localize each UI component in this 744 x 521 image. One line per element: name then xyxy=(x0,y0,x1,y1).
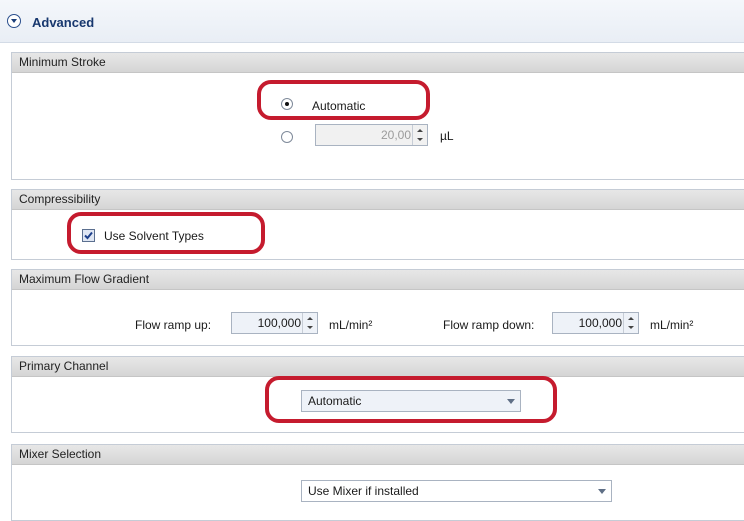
ramp-down-stepper[interactable]: 100,000 xyxy=(552,312,639,334)
mixer-selection-title: Mixer Selection xyxy=(12,445,744,465)
max-flow-gradient-group: Maximum Flow Gradient xyxy=(11,269,744,346)
compressibility-title: Compressibility xyxy=(12,190,744,210)
advanced-section-header[interactable] xyxy=(0,0,744,43)
mixer-selection-select[interactable]: Use Mixer if installed xyxy=(301,480,612,502)
max-flow-gradient-title: Maximum Flow Gradient xyxy=(12,270,744,290)
ramp-up-value: 100,000 xyxy=(257,316,301,330)
min-stroke-unit: µL xyxy=(440,129,454,143)
collapse-circle-icon[interactable] xyxy=(7,14,21,28)
stepper-up-icon[interactable] xyxy=(628,317,634,320)
ramp-down-value: 100,000 xyxy=(578,316,622,330)
chevron-down-icon[interactable] xyxy=(593,481,611,501)
ramp-down-label: Flow ramp down: xyxy=(443,318,535,332)
ramp-down-unit: mL/min² xyxy=(650,318,694,332)
stepper-down-icon[interactable] xyxy=(628,326,634,329)
min-stroke-value: 20,00 xyxy=(380,128,411,142)
stepper-up-icon[interactable] xyxy=(307,317,313,320)
stepper-up-icon[interactable] xyxy=(417,129,423,132)
highlight-solvent-types xyxy=(67,212,265,254)
ramp-up-label: Flow ramp up: xyxy=(135,318,212,332)
mixer-selection-value: Use Mixer if installed xyxy=(308,484,419,498)
stepper-down-icon[interactable] xyxy=(417,138,423,141)
advanced-title: Advanced xyxy=(32,15,95,30)
primary-channel-title: Primary Channel xyxy=(12,357,744,377)
manual-stroke-radio[interactable] xyxy=(281,131,293,143)
highlight-automatic xyxy=(257,80,430,120)
highlight-primary-channel xyxy=(265,376,557,423)
stepper-down-icon[interactable] xyxy=(307,326,313,329)
min-stroke-stepper[interactable]: 20,00 xyxy=(315,124,428,146)
minimum-stroke-title: Minimum Stroke xyxy=(12,53,744,73)
ramp-up-stepper[interactable]: 100,000 xyxy=(231,312,318,334)
ramp-up-unit: mL/min² xyxy=(329,318,373,332)
